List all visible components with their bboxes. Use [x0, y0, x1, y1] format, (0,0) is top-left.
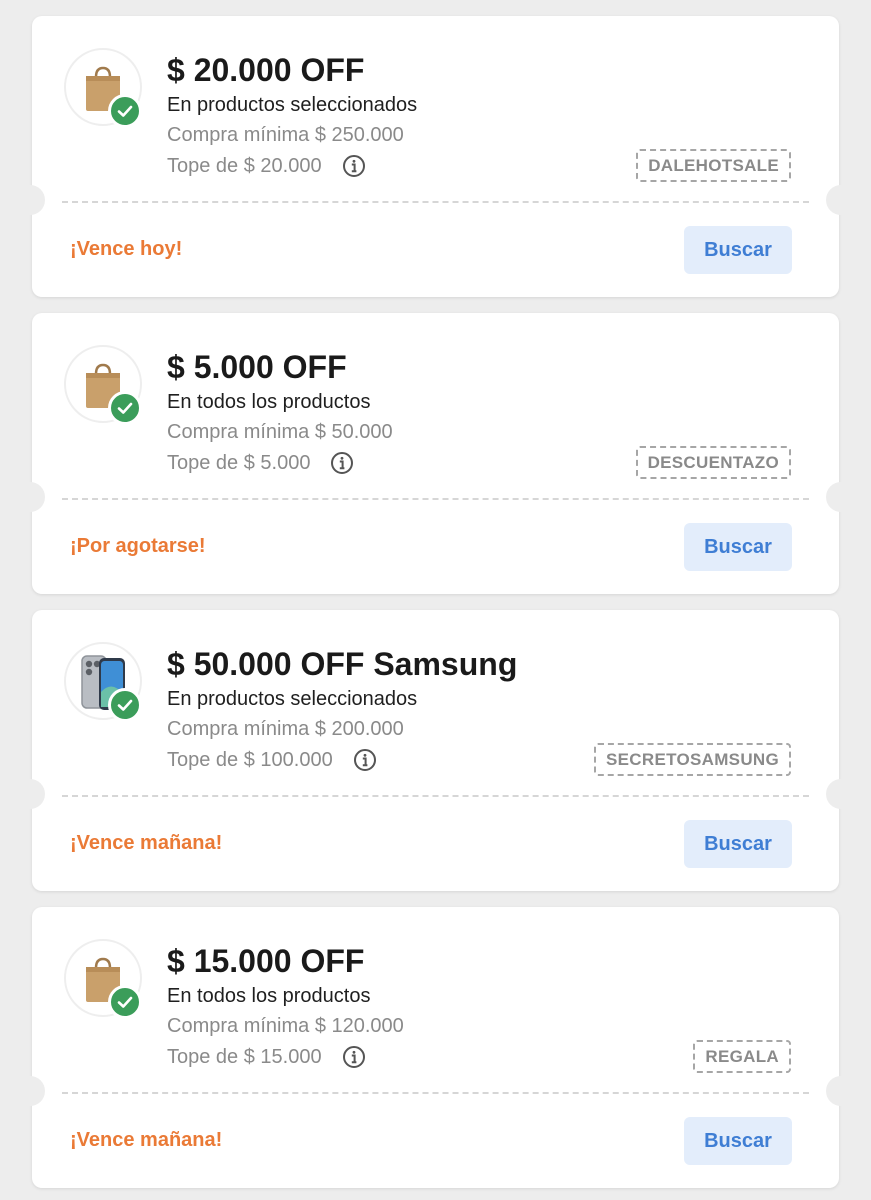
coupon-title: $ 15.000 OFF: [167, 943, 365, 979]
check-icon: [108, 688, 142, 722]
minimum-purchase: Compra mínima $ 50.000: [167, 421, 393, 443]
expiry-label: ¡Vence hoy!: [70, 238, 183, 260]
coupon-description: En productos seleccionados: [167, 688, 418, 710]
coupon-description: En productos seleccionados: [167, 94, 418, 116]
expiry-label: ¡Por agotarse!: [70, 535, 206, 557]
check-icon: [108, 94, 142, 128]
search-button[interactable]: Buscar: [684, 523, 792, 571]
search-button[interactable]: Buscar: [684, 820, 792, 868]
coupon-card: $ 5.000 OFF En todos los productos Compr…: [15, 313, 856, 594]
coupon-code[interactable]: DESCUENTAZO: [635, 446, 791, 479]
ticket-notch-right: [826, 482, 856, 512]
coupon-title: $ 5.000 OFF: [167, 349, 347, 385]
discount-cap: Tope de $ 20.000: [167, 154, 322, 177]
ticket-notch-left: [15, 779, 45, 809]
search-button[interactable]: Buscar: [684, 226, 792, 274]
dashed-divider: [62, 1092, 809, 1094]
ticket-notch-left: [15, 185, 45, 215]
minimum-purchase: Compra mínima $ 200.000: [167, 718, 404, 740]
minimum-purchase: Compra mínima $ 120.000: [167, 1015, 404, 1037]
info-icon[interactable]: [330, 451, 354, 475]
check-icon: [108, 985, 142, 1019]
ticket-notch-right: [826, 1076, 856, 1106]
minimum-purchase: Compra mínima $ 250.000: [167, 124, 404, 146]
discount-cap: Tope de $ 100.000: [167, 748, 333, 771]
discount-cap: Tope de $ 15.000: [167, 1045, 322, 1068]
coupon-title: $ 50.000 OFF Samsung: [167, 646, 518, 682]
coupon-description: En todos los productos: [167, 391, 371, 413]
ticket-notch-right: [826, 185, 856, 215]
coupon-card: $ 50.000 OFF Samsung En productos selecc…: [15, 610, 856, 891]
coupon-title: $ 20.000 OFF: [167, 52, 365, 88]
ticket-notch-left: [15, 1076, 45, 1106]
coupon-code[interactable]: SECRETOSAMSUNG: [594, 743, 791, 776]
dashed-divider: [62, 498, 809, 500]
coupon-list: $ 20.000 OFF En productos seleccionados …: [0, 0, 871, 1200]
discount-cap-row: Tope de $ 100.000: [167, 748, 377, 772]
coupon-code[interactable]: REGALA: [693, 1040, 791, 1073]
coupon-code[interactable]: DALEHOTSALE: [636, 149, 791, 182]
search-button[interactable]: Buscar: [684, 1117, 792, 1165]
ticket-notch-right: [826, 779, 856, 809]
info-icon[interactable]: [342, 154, 366, 178]
info-icon[interactable]: [342, 1045, 366, 1069]
discount-cap-row: Tope de $ 15.000: [167, 1045, 366, 1069]
expiry-label: ¡Vence mañana!: [70, 832, 223, 854]
expiry-label: ¡Vence mañana!: [70, 1129, 223, 1151]
discount-cap: Tope de $ 5.000: [167, 451, 311, 474]
dashed-divider: [62, 201, 809, 203]
dashed-divider: [62, 795, 809, 797]
discount-cap-row: Tope de $ 20.000: [167, 154, 366, 178]
info-icon[interactable]: [353, 748, 377, 772]
discount-cap-row: Tope de $ 5.000: [167, 451, 354, 475]
check-icon: [108, 391, 142, 425]
coupon-description: En todos los productos: [167, 985, 371, 1007]
ticket-notch-left: [15, 482, 45, 512]
coupon-card: $ 20.000 OFF En productos seleccionados …: [15, 16, 856, 297]
coupon-card: $ 15.000 OFF En todos los productos Comp…: [15, 907, 856, 1188]
